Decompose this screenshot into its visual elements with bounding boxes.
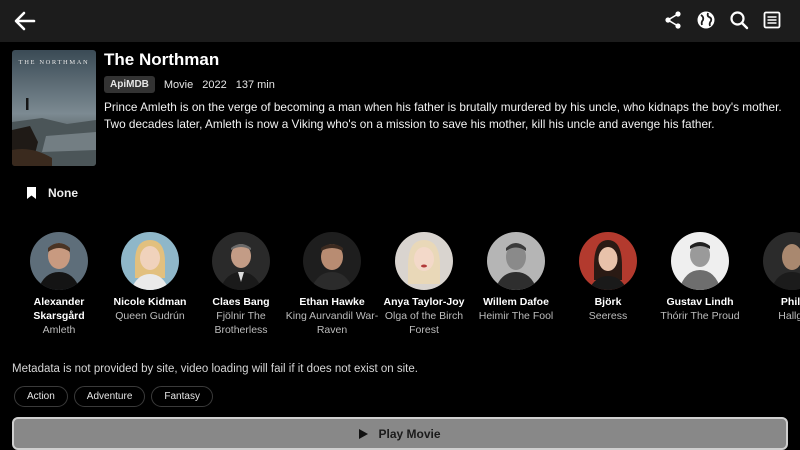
cast-role: Olga of the Birch Forest bbox=[384, 310, 464, 336]
cast-role: Amleth bbox=[42, 324, 76, 336]
genre-tag-fantasy[interactable]: Fantasy bbox=[151, 386, 213, 407]
cast-name: Gustav Lindh bbox=[666, 296, 734, 308]
search-icon[interactable] bbox=[729, 10, 749, 30]
poster-title: THE NORTHMAN bbox=[18, 59, 90, 66]
cast-name: Björk bbox=[594, 296, 622, 308]
cast-name: Alexander Skarsgård bbox=[33, 296, 85, 322]
cast-role: Heimir The Fool bbox=[478, 310, 554, 322]
cast-member[interactable]: Ethan Hawke King Aurvandil War-Raven bbox=[285, 232, 379, 337]
avatar bbox=[763, 232, 800, 290]
avatar bbox=[487, 232, 545, 290]
cast-member[interactable]: Claes Bang Fjölnir The Brotherless bbox=[194, 232, 288, 337]
movie-runtime: 137 min bbox=[235, 78, 275, 91]
avatar bbox=[395, 232, 453, 290]
cast-list[interactable]: Alexander Skarsgård Amleth Nicole Kidman… bbox=[0, 232, 800, 358]
movie-meta: ApiMDB Movie 2022 137 min bbox=[104, 76, 275, 93]
avatar bbox=[579, 232, 637, 290]
cast-member[interactable]: Alexander Skarsgård Amleth bbox=[12, 232, 106, 337]
movie-poster: THE NORTHMAN bbox=[12, 50, 96, 166]
cast-name: Phill bbox=[780, 296, 800, 308]
movie-year: 2022 bbox=[202, 78, 227, 91]
cast-role: King Aurvandil War-Raven bbox=[285, 310, 379, 336]
cast-name: Ethan Hawke bbox=[299, 296, 365, 308]
cast-name: Nicole Kidman bbox=[113, 296, 187, 308]
cast-role: Seeress bbox=[588, 310, 628, 322]
genre-tag-adventure[interactable]: Adventure bbox=[73, 386, 146, 407]
cast-name: Anya Taylor-Joy bbox=[383, 296, 465, 308]
bookmark-icon bbox=[27, 187, 36, 199]
cast-member[interactable]: Björk Seeress bbox=[561, 232, 655, 323]
cast-member[interactable]: Anya Taylor-Joy Olga of the Birch Forest bbox=[377, 232, 471, 337]
genre-tags: Action Adventure Fantasy bbox=[14, 386, 213, 407]
play-movie-button[interactable]: Play Movie bbox=[12, 417, 788, 450]
play-icon bbox=[359, 428, 369, 439]
movie-type: Movie bbox=[163, 78, 194, 91]
top-actions bbox=[663, 10, 782, 30]
cast-member[interactable]: Gustav Lindh Thórir The Proud bbox=[653, 232, 747, 323]
avatar bbox=[303, 232, 361, 290]
globe-icon[interactable] bbox=[696, 10, 716, 30]
cast-role: Thórir The Proud bbox=[660, 310, 740, 322]
source-badge: ApiMDB bbox=[104, 76, 155, 93]
genre-tag-action[interactable]: Action bbox=[14, 386, 68, 407]
movie-overview: Prince Amleth is on the verge of becomin… bbox=[104, 100, 782, 131]
cast-member[interactable]: Willem Dafoe Heimir The Fool bbox=[469, 232, 563, 323]
movie-title: The Northman bbox=[104, 50, 220, 69]
cast-member[interactable]: Phill Hallgr bbox=[745, 232, 800, 323]
cast-member[interactable]: Nicole Kidman Queen Gudrún bbox=[103, 232, 197, 323]
top-bar bbox=[0, 0, 800, 42]
cast-role: Queen Gudrún bbox=[115, 310, 185, 322]
avatar bbox=[121, 232, 179, 290]
play-movie-label: Play Movie bbox=[378, 426, 441, 441]
cast-name: Claes Bang bbox=[212, 296, 270, 308]
cast-role: Fjölnir The Brotherless bbox=[214, 310, 268, 336]
list-icon[interactable] bbox=[762, 10, 782, 30]
avatar bbox=[30, 232, 88, 290]
bookmark-label: None bbox=[48, 186, 78, 200]
metadata-notice: Metadata is not provided by site, video … bbox=[12, 363, 418, 375]
poster-image bbox=[12, 50, 96, 166]
cast-name: Willem Dafoe bbox=[483, 296, 549, 308]
share-icon[interactable] bbox=[663, 10, 683, 30]
bookmark-button[interactable]: None bbox=[26, 186, 78, 200]
avatar bbox=[671, 232, 729, 290]
cast-role: Hallgr bbox=[778, 310, 800, 322]
avatar bbox=[212, 232, 270, 290]
back-arrow-icon[interactable] bbox=[12, 9, 38, 33]
